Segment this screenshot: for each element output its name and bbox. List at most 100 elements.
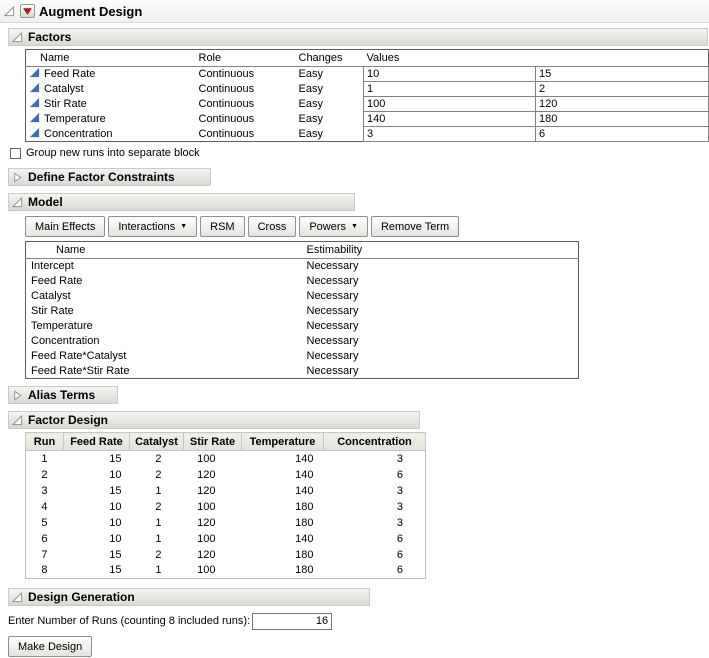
model-term-row[interactable]: CatalystNecessary [26, 289, 579, 304]
design-generation-section-bar[interactable]: Design Generation [8, 588, 370, 606]
factor-name-cell[interactable]: Concentration [26, 127, 196, 142]
factor-value-high-cell[interactable]: 6 [536, 127, 709, 142]
factor-value-low-cell[interactable]: 1 [364, 82, 536, 97]
design-cell: 100 [184, 499, 242, 515]
model-term-row[interactable]: Feed Rate*Stir RateNecessary [26, 364, 579, 379]
make-design-button[interactable]: Make Design [8, 636, 92, 657]
design-run-row: 51011201803 [26, 515, 426, 531]
design-cell: 1 [130, 515, 184, 531]
factors-col-values: Values [364, 50, 709, 67]
design-cell: 3 [324, 451, 426, 467]
model-section-bar[interactable]: Model [8, 193, 355, 211]
design-cell: 140 [242, 483, 324, 499]
alias-terms-bar[interactable]: Alias Terms [8, 386, 118, 404]
factor-role-cell[interactable]: Continuous [196, 82, 296, 97]
design-col-stir-rate: Stir Rate [184, 433, 242, 451]
model-term-row[interactable]: Stir RateNecessary [26, 304, 579, 319]
model-term-row[interactable]: TemperatureNecessary [26, 319, 579, 334]
remove-term-button[interactable]: Remove Term [371, 216, 459, 237]
disclosure-open-icon[interactable] [11, 196, 24, 209]
factor-changes-cell[interactable]: Easy [296, 82, 364, 97]
define-factor-constraints-bar[interactable]: Define Factor Constraints [8, 168, 211, 186]
design-cell: 140 [242, 467, 324, 483]
model-term-row[interactable]: Feed RateNecessary [26, 274, 579, 289]
factor-role-cell[interactable]: Continuous [196, 67, 296, 82]
model-term-row[interactable]: InterceptNecessary [26, 259, 579, 274]
disclosure-open-icon[interactable] [11, 31, 24, 44]
model-term-name: Feed Rate*Stir Rate [26, 364, 304, 379]
design-cell: 2 [130, 499, 184, 515]
factor-role-cell[interactable]: Continuous [196, 112, 296, 127]
design-cell: 15 [64, 451, 130, 467]
factor-name-cell[interactable]: Catalyst [26, 82, 196, 97]
disclosure-open-icon[interactable] [11, 591, 24, 604]
rsm-button[interactable]: RSM [200, 216, 244, 237]
factor-design-table-body: 1152100140321021201406315112014034102100… [26, 451, 426, 579]
factor-changes-cell[interactable]: Easy [296, 127, 364, 142]
disclosure-closed-icon[interactable] [11, 171, 24, 184]
factor-changes-cell[interactable]: Easy [296, 67, 364, 82]
design-cell: 1 [130, 483, 184, 499]
factor-value-high-cell[interactable]: 120 [536, 97, 709, 112]
factor-value-low-cell[interactable]: 100 [364, 97, 536, 112]
factor-row: ConcentrationContinuousEasy36 [26, 127, 709, 142]
factor-role-cell[interactable]: Continuous [196, 127, 296, 142]
design-cell: 140 [242, 531, 324, 547]
factor-changes-cell[interactable]: Easy [296, 97, 364, 112]
model-term-name: Temperature [26, 319, 304, 334]
factors-table-body: Feed RateContinuousEasy1015CatalystConti… [26, 67, 709, 142]
design-cell: 3 [26, 483, 64, 499]
powers-button[interactable]: Powers▼ [299, 216, 368, 237]
define-factor-constraints-title: Define Factor Constraints [28, 170, 175, 184]
design-run-row: 21021201406 [26, 467, 426, 483]
factor-changes-cell[interactable]: Easy [296, 112, 364, 127]
model-term-estimability: Necessary [304, 259, 579, 274]
dropdown-arrow-icon: ▼ [351, 223, 358, 230]
group-block-checkbox[interactable] [10, 148, 21, 159]
model-term-row[interactable]: Feed Rate*CatalystNecessary [26, 349, 579, 364]
factor-value-high-cell[interactable]: 2 [536, 82, 709, 97]
model-term-name: Concentration [26, 334, 304, 349]
interactions-button[interactable]: Interactions▼ [108, 216, 197, 237]
factor-value-low-cell[interactable]: 140 [364, 112, 536, 127]
design-run-row: 71521201806 [26, 547, 426, 563]
factor-name-cell[interactable]: Temperature [26, 112, 196, 127]
num-runs-input[interactable] [252, 613, 332, 630]
design-cell: 180 [242, 547, 324, 563]
cross-button[interactable]: Cross [248, 216, 297, 237]
factor-name: Stir Rate [44, 98, 87, 110]
design-cell: 120 [184, 547, 242, 563]
design-cell: 8 [26, 563, 64, 579]
factor-role-cell[interactable]: Continuous [196, 97, 296, 112]
continuous-factor-icon [29, 82, 40, 96]
factor-value-low-cell[interactable]: 10 [364, 67, 536, 82]
factor-value-low-cell[interactable]: 3 [364, 127, 536, 142]
disclosure-open-icon[interactable] [11, 414, 24, 427]
factor-design-header-row: RunFeed RateCatalystStir RateTemperature… [26, 433, 426, 451]
factor-name-cell[interactable]: Stir Rate [26, 97, 196, 112]
factor-design-section-bar[interactable]: Factor Design [8, 411, 420, 429]
main-effects-button[interactable]: Main Effects [25, 216, 105, 237]
design-cell: 10 [64, 531, 130, 547]
design-cell: 3 [324, 499, 426, 515]
factors-section-bar[interactable]: Factors [8, 28, 708, 46]
model-term-name: Feed Rate*Catalyst [26, 349, 304, 364]
model-term-row[interactable]: ConcentrationNecessary [26, 334, 579, 349]
design-generation-title: Design Generation [28, 590, 135, 604]
red-triangle-menu-icon[interactable] [20, 4, 35, 18]
make-design-label: Make Design [18, 641, 82, 653]
design-cell: 7 [26, 547, 64, 563]
disclosure-open-icon[interactable] [3, 5, 16, 18]
model-term-estimability: Necessary [304, 304, 579, 319]
design-col-run: Run [26, 433, 64, 451]
factor-value-high-cell[interactable]: 15 [536, 67, 709, 82]
factor-value-high-cell[interactable]: 180 [536, 112, 709, 127]
design-cell: 1 [26, 451, 64, 467]
factor-name: Catalyst [44, 83, 84, 95]
model-term-estimability: Necessary [304, 319, 579, 334]
factor-name: Feed Rate [44, 68, 95, 80]
design-cell: 6 [324, 547, 426, 563]
factor-name-cell[interactable]: Feed Rate [26, 67, 196, 82]
design-cell: 100 [184, 563, 242, 579]
disclosure-closed-icon[interactable] [11, 389, 24, 402]
